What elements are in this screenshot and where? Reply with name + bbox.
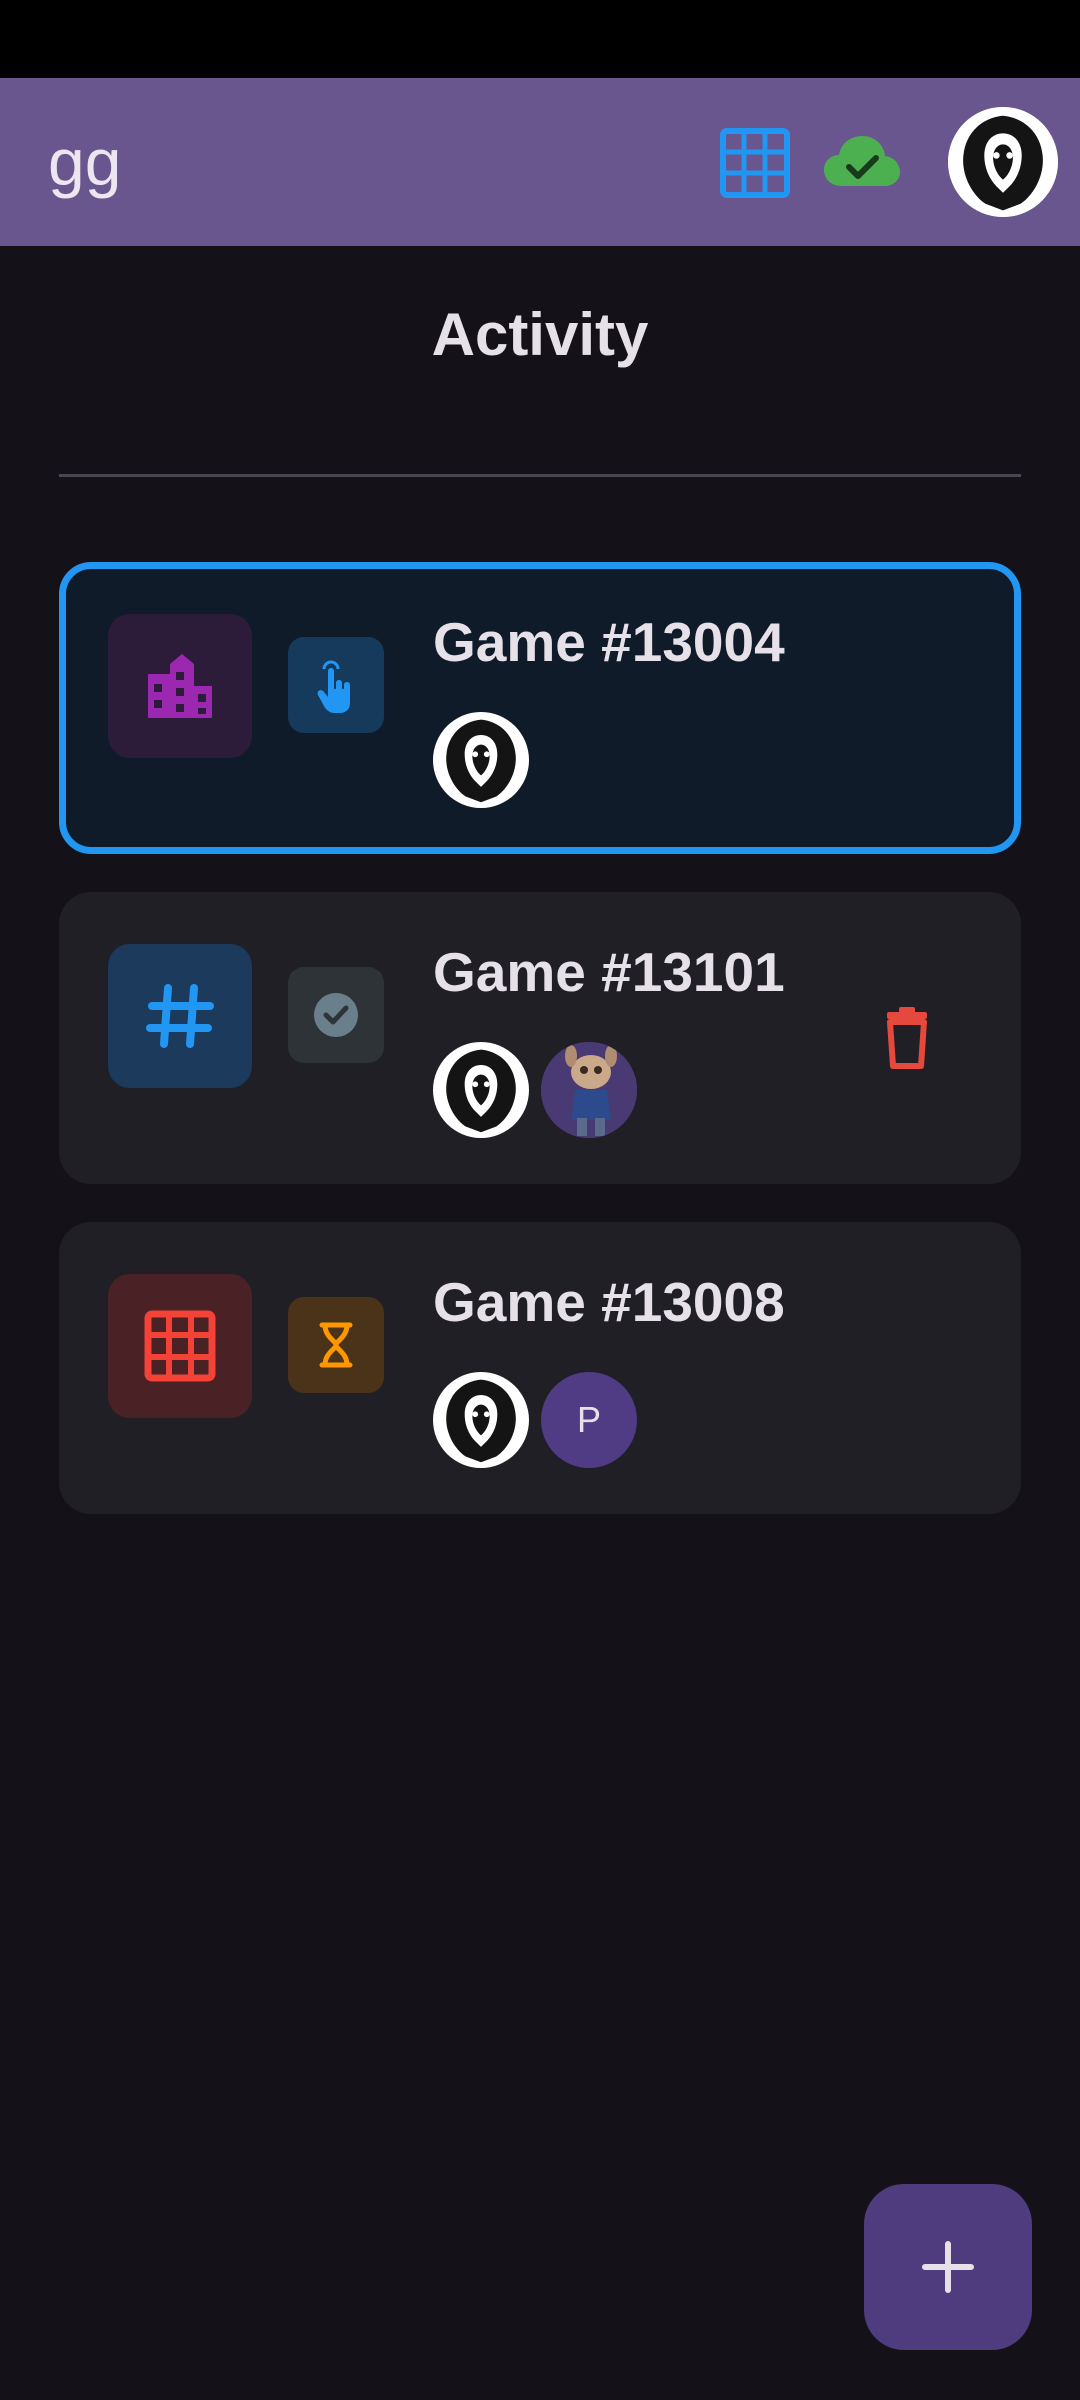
city-icon [108, 614, 252, 758]
game-card-13008[interactable]: Game #13008 P [59, 1222, 1021, 1514]
cloud-done-icon[interactable] [822, 128, 902, 196]
page-title: Activity [431, 301, 649, 368]
add-game-button[interactable] [864, 2184, 1032, 2350]
player-avatar [433, 712, 529, 808]
game-title: Game #13101 [433, 941, 785, 1003]
divider [59, 474, 1021, 477]
status-bar [0, 0, 1080, 78]
check-circle-icon [288, 967, 384, 1063]
game-title: Game #13004 [433, 611, 785, 673]
app-title: gg [48, 125, 122, 199]
player-avatar: P [541, 1372, 637, 1468]
lion-avatar-icon [446, 719, 516, 803]
lion-avatar-icon [446, 1379, 516, 1463]
game-card-13004[interactable]: Game #13004 [59, 562, 1021, 854]
character-photo-avatar [541, 1042, 637, 1138]
player-avatar [433, 1372, 529, 1468]
trash-icon [887, 1007, 927, 1069]
player-avatar [433, 1042, 529, 1138]
game-title: Game #13008 [433, 1271, 785, 1333]
hashtag-icon [108, 944, 252, 1088]
hourglass-icon [288, 1297, 384, 1393]
app-bar: gg [0, 78, 1080, 246]
player-avatar [541, 1042, 637, 1138]
lion-avatar-icon [446, 1049, 516, 1133]
profile-avatar[interactable] [948, 107, 1058, 217]
tap-icon [288, 637, 384, 733]
lion-avatar-icon [948, 107, 1058, 217]
grid-icon[interactable] [718, 126, 792, 200]
plus-icon [922, 2241, 974, 2293]
grid-icon [108, 1274, 252, 1418]
delete-button[interactable] [873, 1004, 941, 1072]
game-card-13101[interactable]: Game #13101 [59, 892, 1021, 1184]
